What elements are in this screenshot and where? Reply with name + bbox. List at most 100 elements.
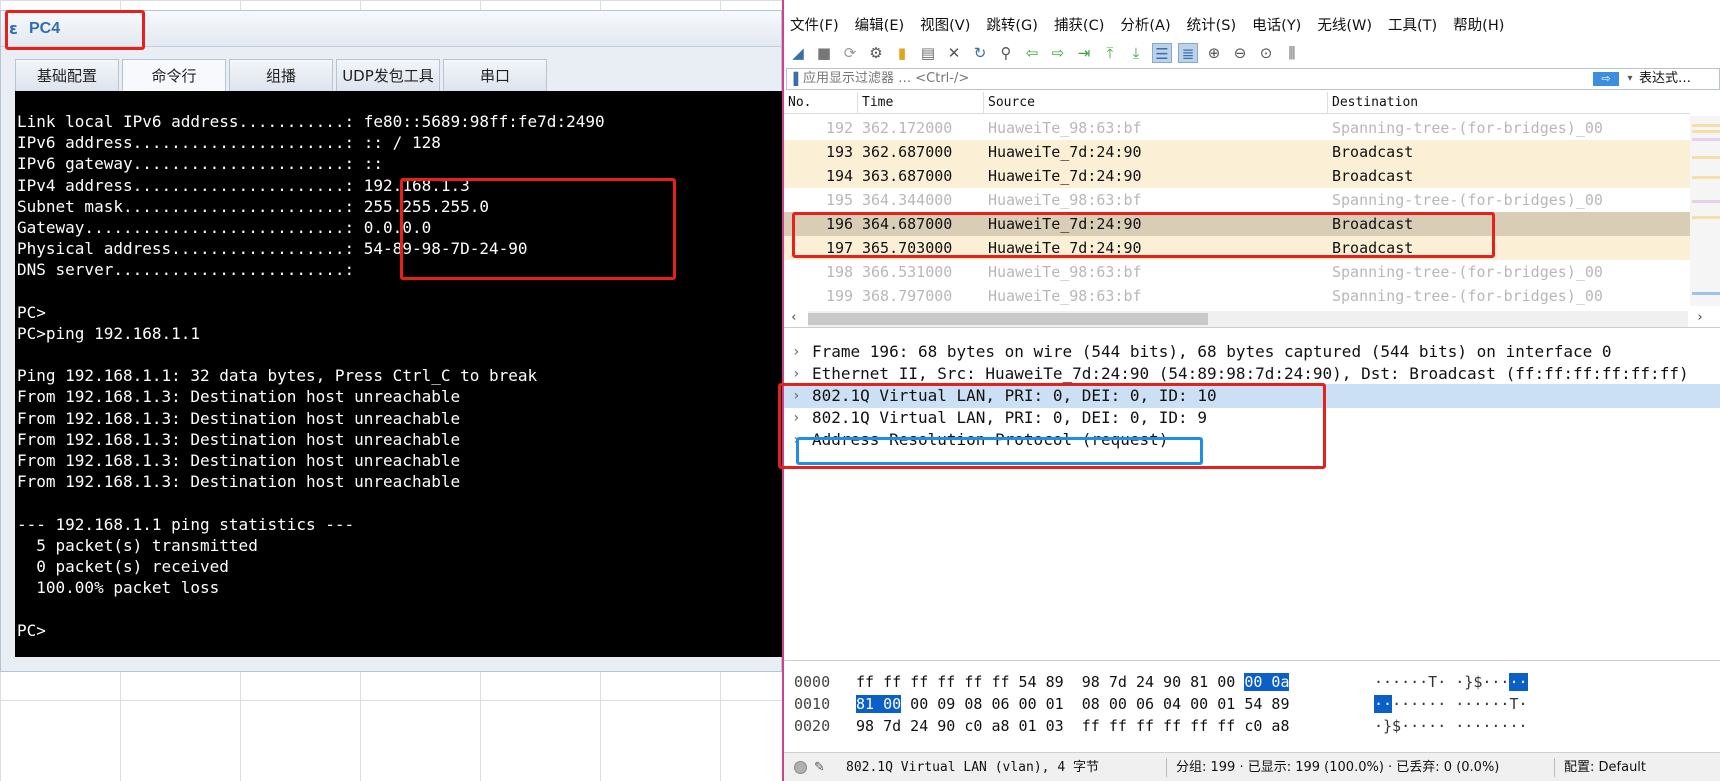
packet-row[interactable]: 193 362.687000 HuaweiTe_7d:24:90 Broadcast bbox=[784, 140, 1690, 164]
column-source[interactable]: Source bbox=[984, 92, 1328, 114]
terminal-line: PC> bbox=[17, 302, 46, 322]
hex-dump[interactable]: ff ff ff ff ff ff 54 89 98 7d 24 90 81 0… bbox=[856, 671, 1290, 693]
packet-no: 195 bbox=[826, 191, 854, 209]
go-back-icon[interactable]: ⇦ bbox=[1022, 43, 1042, 63]
hex-dump[interactable]: 98 7d 24 90 c0 a8 01 03 ff ff ff ff ff f… bbox=[856, 715, 1289, 737]
packet-row[interactable]: 195 364.344000 HuaweiTe_98:63:bf Spanning-t… bbox=[784, 188, 1690, 212]
menu-item-3[interactable]: 跳转(G) bbox=[986, 14, 1038, 35]
menu-item-10[interactable]: 帮助(H) bbox=[1453, 14, 1504, 35]
packet-source: HuaweiTe_98:63:bf bbox=[988, 191, 1142, 209]
command-line-terminal[interactable]: Link local IPv6 address...........: fe80… bbox=[15, 91, 783, 657]
status-packet-stats: 分组: 199 · 已显示: 199 (100.0%) · 已丢弃: 0 (0.… bbox=[1176, 760, 1500, 775]
menu-item-2[interactable]: 视图(V) bbox=[920, 14, 970, 35]
packet-source: HuaweiTe_98:63:bf bbox=[988, 287, 1142, 305]
open-file-icon[interactable]: ▮ bbox=[892, 43, 912, 63]
stop-capture-icon[interactable]: ■ bbox=[814, 43, 834, 63]
auto-scroll-icon[interactable]: ☰ bbox=[1152, 43, 1172, 63]
chevron-right-icon[interactable]: › bbox=[792, 340, 800, 364]
column-destination[interactable]: Destination bbox=[1328, 92, 1690, 114]
restart-capture-icon[interactable]: ⟳ bbox=[840, 43, 860, 63]
resize-columns-icon[interactable]: ⫼ bbox=[1282, 43, 1302, 63]
hex-dump[interactable]: 81 00 00 09 08 06 00 01 08 00 06 04 00 0… bbox=[856, 693, 1289, 715]
first-packet-icon[interactable]: ⤒ bbox=[1100, 43, 1120, 63]
main-toolbar: ◢ ■ ⟳ ⚙ ▮ ▤ ✕ ↻ ⚲ ⇦ ⇨ ⇥ ⤒ ⤓ ☰ ≣ ⊕ ⊖ ⊙ ⫼ bbox=[784, 40, 1720, 66]
tab-0[interactable]: 基础配置 bbox=[15, 59, 119, 91]
go-forward-icon[interactable]: ⇨ bbox=[1048, 43, 1068, 63]
terminal-line: IPv6 gateway......................: :: bbox=[17, 154, 384, 174]
packet-time: 368.797000 bbox=[862, 287, 953, 305]
edit-comment-icon[interactable]: ✎ bbox=[814, 753, 825, 781]
packet-source: HuaweiTe_98:63:bf bbox=[988, 263, 1142, 281]
ascii-dump[interactable]: ········ ······T· bbox=[1374, 693, 1528, 715]
terminal-line: Link local IPv6 address...........: fe80… bbox=[17, 112, 605, 131]
find-packet-icon[interactable]: ⚲ bbox=[996, 43, 1016, 63]
terminal-line: From 192.168.1.3: Destination host unrea… bbox=[17, 472, 461, 492]
byte-offset: 0000 bbox=[794, 673, 831, 691]
reload-file-icon[interactable]: ↻ bbox=[970, 43, 990, 63]
tab-3[interactable]: UDP发包工具 bbox=[336, 59, 440, 91]
go-to-packet-icon[interactable]: ⇥ bbox=[1074, 43, 1094, 63]
packet-time: 362.687000 bbox=[862, 143, 953, 161]
close-file-icon[interactable]: ✕ bbox=[944, 43, 964, 63]
packet-minimap[interactable] bbox=[1690, 116, 1720, 306]
tab-1[interactable]: 命令行 bbox=[122, 59, 226, 91]
packet-destination: Spanning-tree-(for-bridges)_00 bbox=[1332, 287, 1603, 305]
detail-row[interactable]: › Frame 196: 68 bytes on wire (544 bits),… bbox=[784, 340, 1720, 364]
packet-no: 194 bbox=[826, 167, 854, 185]
apply-filter-arrow-icon[interactable]: ⇨ bbox=[1593, 72, 1619, 86]
zoom-in-icon[interactable]: ⊕ bbox=[1204, 43, 1224, 63]
packet-time: 366.531000 bbox=[862, 263, 953, 281]
save-file-icon[interactable]: ▤ bbox=[918, 43, 938, 63]
terminal-line: 100.00% packet loss bbox=[17, 578, 220, 598]
capture-status-icon[interactable] bbox=[794, 761, 807, 774]
chevron-down-icon[interactable]: ▾ bbox=[1623, 69, 1637, 89]
ascii-bytes: ······T· ·}$··· bbox=[1374, 673, 1510, 691]
menu-item-4[interactable]: 捕获(C) bbox=[1054, 14, 1104, 35]
terminal-line: PC> bbox=[17, 620, 46, 640]
ascii-dump[interactable]: ·}$····· ········ bbox=[1374, 715, 1528, 737]
status-profile[interactable]: 配置: Default bbox=[1564, 753, 1646, 781]
pc-window: ε PC4 基础配置 命令行 组播 UDP发包工具 串口 Link local IPv6… bbox=[0, 10, 783, 672]
packet-row[interactable]: 194 363.687000 HuaweiTe_7d:24:90 Broadcast bbox=[784, 164, 1690, 188]
tab-4[interactable]: 串口 bbox=[443, 59, 547, 91]
menu-item-1[interactable]: 编辑(E) bbox=[855, 14, 904, 35]
scroll-right-icon[interactable]: › bbox=[1696, 310, 1704, 325]
terminal-line: From 192.168.1.3: Destination host unrea… bbox=[17, 429, 461, 449]
menu-item-7[interactable]: 电话(Y) bbox=[1252, 14, 1301, 35]
shark-fin-start-icon[interactable]: ◢ bbox=[788, 43, 808, 63]
last-packet-icon[interactable]: ⤓ bbox=[1126, 43, 1146, 63]
pc-tab-bar: 基础配置 命令行 组播 UDP发包工具 串口 bbox=[15, 59, 547, 91]
menu-item-8[interactable]: 无线(W) bbox=[1317, 14, 1372, 35]
colorize-icon[interactable]: ≣ bbox=[1178, 43, 1198, 63]
terminal-line: PC>ping 192.168.1.1 bbox=[17, 323, 201, 343]
packet-destination: Broadcast bbox=[1332, 143, 1414, 161]
terminal-line: From 192.168.1.3: Destination host unrea… bbox=[17, 408, 461, 428]
tab-2[interactable]: 组播 bbox=[229, 59, 333, 91]
menu-bar: 文件(F) 编辑(E) 视图(V) 跳转(G) 捕获(C) 分析(A) 统计(S) 电话(Y)… bbox=[784, 10, 1720, 38]
scroll-left-icon[interactable]: ‹ bbox=[790, 310, 798, 325]
bookmark-icon[interactable]: ▐ bbox=[789, 71, 799, 87]
menu-item-0[interactable]: 文件(F) bbox=[790, 14, 839, 35]
horizontal-scrollbar[interactable] bbox=[808, 311, 1688, 327]
menu-item-6[interactable]: 统计(S) bbox=[1187, 14, 1237, 35]
packet-list-header: No. Time Source Destination bbox=[784, 92, 1690, 114]
menu-item-5[interactable]: 分析(A) bbox=[1120, 14, 1170, 35]
selected-bytes: 81 00 bbox=[856, 695, 902, 713]
packet-row[interactable]: 198 366.531000 HuaweiTe_98:63:bf Spanning-t… bbox=[784, 260, 1690, 284]
menu-item-9[interactable]: 工具(T) bbox=[1388, 14, 1437, 35]
column-time[interactable]: Time bbox=[858, 92, 984, 114]
terminal-line: IPv6 address......................: :: /… bbox=[17, 133, 441, 153]
display-filter-input[interactable] bbox=[803, 69, 1593, 89]
capture-options-icon[interactable]: ⚙ bbox=[866, 43, 886, 63]
ascii-dump[interactable]: ······T· ·}$····· bbox=[1374, 671, 1528, 693]
column-no[interactable]: No. bbox=[784, 92, 858, 114]
zoom-out-icon[interactable]: ⊖ bbox=[1230, 43, 1250, 63]
packet-row[interactable]: 199 368.797000 HuaweiTe_98:63:bf Spanning-t… bbox=[784, 284, 1690, 308]
packet-row[interactable]: 192 362.172000 HuaweiTe_98:63:bf Spanning-t… bbox=[784, 116, 1690, 140]
selected-ascii: ·· bbox=[1374, 695, 1393, 713]
expression-button[interactable]: 表达式… bbox=[1639, 69, 1691, 89]
scrollbar-thumb[interactable] bbox=[808, 313, 1208, 325]
zoom-reset-icon[interactable]: ⊙ bbox=[1256, 43, 1276, 63]
